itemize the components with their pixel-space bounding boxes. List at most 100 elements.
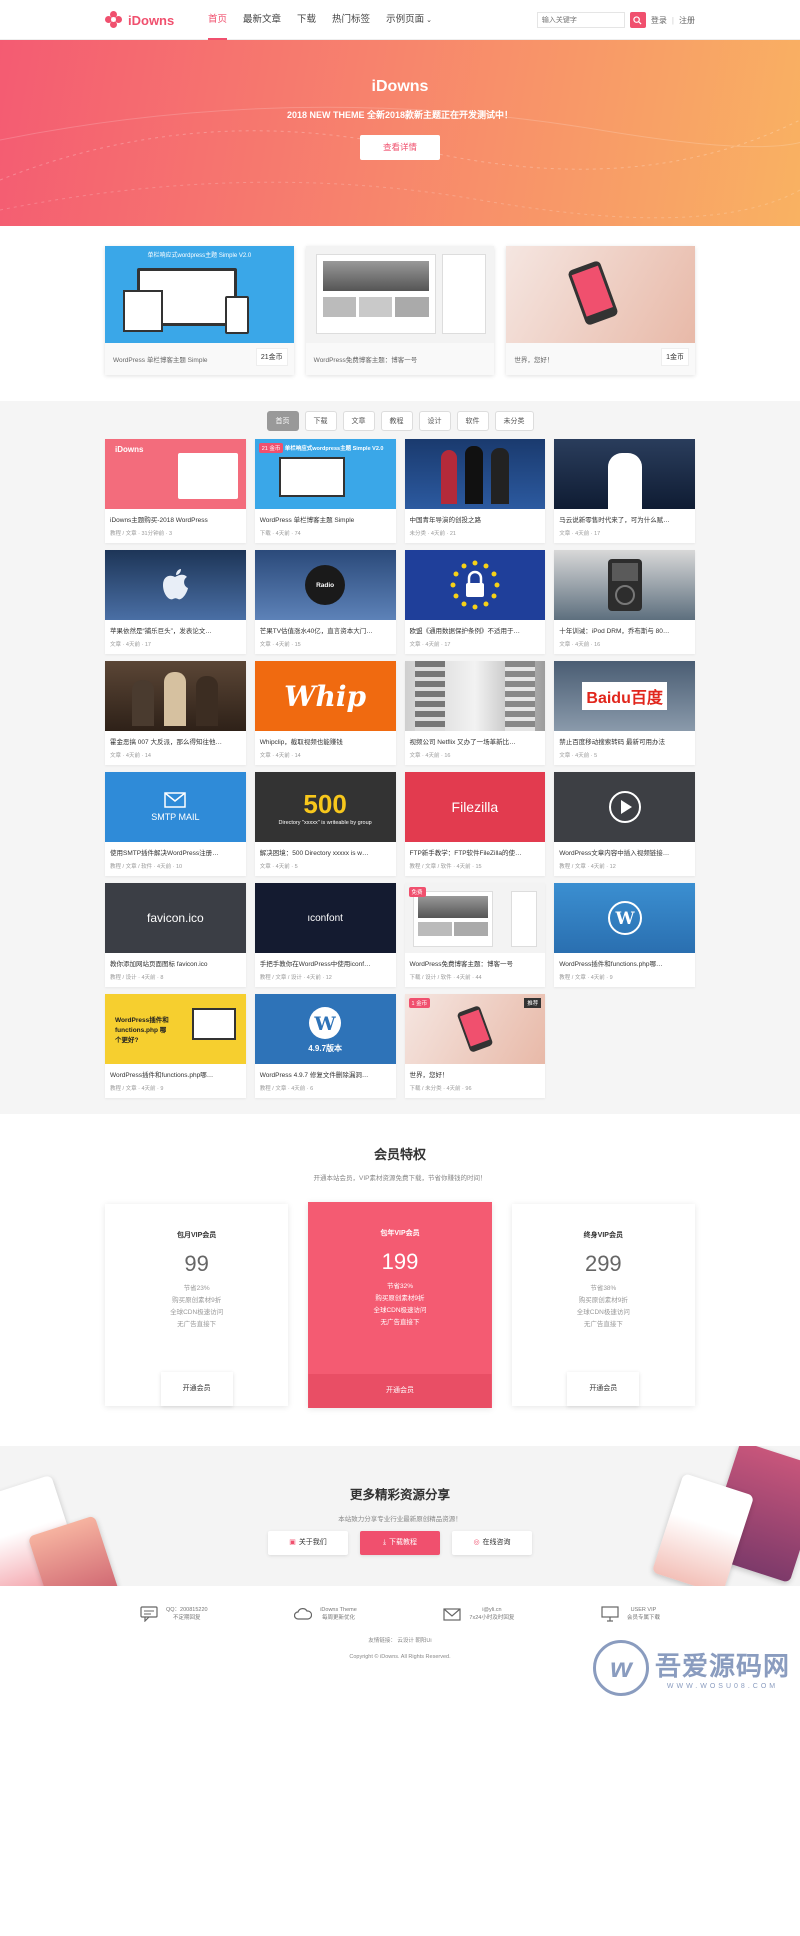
post-card[interactable]: WordPress插件和functions.php 哪个更好? WordPres…	[105, 994, 246, 1098]
post-title[interactable]: WordPress免费博客主题：博客一号	[405, 953, 546, 968]
featured-thumb	[305, 246, 495, 343]
post-title[interactable]: 手把手教你在WordPress中使用iconf…	[255, 953, 396, 968]
post-card[interactable]: 单栏响应式wordpress主题 Simple V2.0 21 金币 WordP…	[254, 439, 396, 543]
post-thumb: WordPress插件和functions.php 哪个更好?	[105, 994, 246, 1064]
chevron-down-icon: ⌄	[426, 17, 432, 24]
post-title[interactable]: 欧盟《通用数据保护条例》不适用于…	[405, 620, 546, 635]
featured-thumb-text: 单栏响应式wordpress主题 Simple V2.0	[147, 253, 252, 259]
post-title[interactable]: WordPress 单栏博客主题 Simple	[255, 509, 396, 524]
post-title[interactable]: 解决困境：500 Directory xxxxx is w…	[255, 842, 396, 857]
post-info: 教程 / 文章 · 4天前 · 9	[559, 975, 613, 981]
post-info: 文章 · 4天前 · 14	[259, 753, 301, 759]
nav-sample-pages[interactable]: 示例页面 ⌄	[378, 0, 440, 40]
featured-card[interactable]: 世界，您好！ 1金币	[506, 246, 696, 375]
featured-card[interactable]: 单栏响应式wordpress主题 Simple V2.0 WordPress 单…	[105, 246, 294, 375]
post-title[interactable]: 视频公司 Netflix 又办了一场革新比…	[405, 731, 546, 746]
logo[interactable]: iDowns	[105, 11, 200, 29]
monitor-icon	[601, 1606, 619, 1622]
post-title[interactable]: 中国青年导演的创投之路	[405, 509, 546, 524]
post-thumb	[554, 772, 695, 842]
post-card[interactable]: ıconfont 手把手教你在WordPress中使用iconf… 教程 / 文…	[254, 883, 396, 987]
post-card[interactable]: iDowns iDowns主题购买-2018 WordPress 教程 / 文章…	[105, 439, 246, 543]
post-card[interactable]: Radio 芒果TV估值涨水40亿，直言资本大门… 文章 · 4天前 · 15	[254, 550, 396, 654]
post-card[interactable]: 欧盟《通用数据保护条例》不适用于… 文章 · 4天前 · 17	[404, 550, 546, 654]
post-card[interactable]: 马云说新零售时代来了，可为什么赋… 文章 · 4天前 · 17	[554, 439, 695, 543]
open-membership-button[interactable]: 开通会员	[308, 1374, 492, 1408]
chat-icon	[140, 1606, 158, 1622]
post-card[interactable]: 中国青年导演的创投之路 未分类 · 4天前 · 21	[404, 439, 546, 543]
post-card[interactable]: SMTP MAIL 使用SMTP插件解决WordPress注册… 教程 / 文章…	[105, 772, 246, 876]
post-title[interactable]: 教你添加网站页面图标 favicon.ico	[105, 953, 246, 968]
tab-download[interactable]: 下载	[304, 411, 337, 431]
post-title[interactable]: 芒果TV估值涨水40亿，直言资本大门…	[255, 620, 396, 635]
post-title[interactable]: WordPress文章内容中插入视频链接…	[554, 842, 695, 857]
open-membership-button[interactable]: 开通会员	[567, 1372, 640, 1406]
post-title[interactable]: 苹果依然是“捕乐巨头”，发表论文…	[105, 620, 246, 635]
plan-feature: 节省38%	[590, 1285, 617, 1292]
post-title[interactable]: 霍金恶搞 007 大反派，那么得知往他…	[105, 731, 246, 746]
post-info: 教程 / 设计 · 4天前 · 8	[110, 975, 164, 981]
search-input[interactable]	[536, 12, 625, 28]
plan-feature: 全球CDN极速访问	[576, 1309, 630, 1316]
footer-line1: USER VIP	[630, 1607, 657, 1613]
post-info: 文章 · 4天前 · 17	[559, 531, 601, 537]
post-card[interactable]: 免费 WordPress免费博客主题：博客一号 下载 / 设计 / 软件 · 4…	[404, 883, 546, 987]
tab-article[interactable]: 文章	[342, 411, 375, 431]
plan-feature: 节省32%	[386, 1283, 413, 1290]
thumb-text: WordPress插件和functions.php 哪个更好?	[115, 1017, 169, 1044]
free-badge: 免费	[408, 887, 426, 897]
post-title[interactable]: iDowns主题购买-2018 WordPress	[105, 509, 246, 524]
post-thumb: ıconfont	[254, 883, 396, 953]
people-silhouettes	[440, 444, 509, 504]
open-membership-button[interactable]: 开通会员	[160, 1372, 233, 1406]
search-button[interactable]	[629, 12, 646, 28]
nav-home[interactable]: 首页	[200, 0, 235, 40]
post-title[interactable]: WordPress 4.9.7 修复文件删除漏洞…	[255, 1064, 396, 1079]
post-title[interactable]: 使用SMTP插件解决WordPress注册…	[105, 842, 246, 857]
post-card[interactable]: W 4.9.7版本 WordPress 4.9.7 修复文件删除漏洞… 教程 /…	[254, 994, 396, 1098]
nav-hot-tags[interactable]: 热门标签	[324, 0, 378, 40]
post-card[interactable]: 苹果依然是“捕乐巨头”，发表论文… 文章 · 4天前 · 17	[105, 550, 246, 654]
tab-software[interactable]: 软件	[456, 411, 489, 431]
post-title[interactable]: 十年训诫：iPod DRM，乔布斯与 80…	[554, 620, 695, 635]
post-title[interactable]: WordPress插件和functions.php哪…	[105, 1064, 246, 1079]
post-card[interactable]: 视频公司 Netflix 又办了一场革新比… 文章 · 4天前 · 16	[404, 661, 546, 765]
post-title[interactable]: Whipclip，截取视频也能赚钱	[255, 731, 396, 746]
footer-line2: 不定期回复	[173, 1615, 201, 1621]
post-title[interactable]: 世界，您好！	[405, 1064, 546, 1079]
post-card[interactable]: WordPress文章内容中插入视频链接… 教程 / 文章 · 4天前 · 12	[554, 772, 695, 876]
online-consult-button[interactable]: ◎ 在线咨询	[452, 1531, 532, 1555]
post-thumb: favicon.ico	[105, 883, 246, 953]
tab-design[interactable]: 设计	[418, 411, 451, 431]
post-title[interactable]: 马云说新零售时代来了，可为什么赋…	[554, 509, 695, 524]
post-card[interactable]: Whip Whipclip，截取视频也能赚钱 文章 · 4天前 · 14	[254, 661, 396, 765]
post-card[interactable]: favicon.ico 教你添加网站页面图标 favicon.ico 教程 / …	[105, 883, 246, 987]
about-us-button[interactable]: ▣ 关于我们	[268, 1531, 348, 1555]
featured-thumb: 单栏响应式wordpress主题 Simple V2.0	[105, 246, 294, 343]
thumb-mockup	[278, 457, 345, 497]
post-card[interactable]: Baidu百度 禁止百度移动搜索转码 最新可用办法 文章 · 4天前 · 5	[554, 661, 695, 765]
featured-card[interactable]: WordPress免费博客主题：博客一号	[305, 246, 495, 375]
nav-download[interactable]: 下载	[289, 0, 324, 40]
watermark-url: WWW.WOSU08.COM	[666, 1683, 779, 1690]
post-card[interactable]: W WordPress插件和functions.php哪… 教程 / 文章 · …	[554, 883, 695, 987]
tab-uncategorized[interactable]: 未分类	[494, 411, 534, 431]
post-card[interactable]: 500 Directory "xxxxx" is writeable by gr…	[254, 772, 396, 876]
featured-section: 单栏响应式wordpress主题 Simple V2.0 WordPress 单…	[0, 226, 800, 401]
post-card[interactable]: 霍金恶搞 007 大反派，那么得知往他… 文章 · 4天前 · 14	[105, 661, 246, 765]
hero-details-button[interactable]: 查看详情	[360, 135, 440, 160]
featured-caption: WordPress免费博客主题：博客一号	[305, 343, 495, 375]
post-title[interactable]: 禁止百度移动搜索转码 最新可用办法	[554, 731, 695, 746]
nav-latest[interactable]: 最新文章	[235, 0, 289, 40]
register-link[interactable]: 注册	[679, 15, 695, 26]
tab-tutorial[interactable]: 教程	[380, 411, 413, 431]
login-link[interactable]: 登录	[651, 15, 667, 26]
post-title[interactable]: FTP新手教学：FTP软件FileZilla的使…	[405, 842, 546, 857]
post-card[interactable]: 十年训诫：iPod DRM，乔布斯与 80… 文章 · 4天前 · 16	[554, 550, 695, 654]
tab-home[interactable]: 首页	[266, 411, 299, 431]
person-silhouette	[607, 453, 642, 509]
post-title[interactable]: WordPress插件和functions.php哪…	[554, 953, 695, 968]
download-tutorial-button[interactable]: ⤓ 下载教程	[360, 1531, 440, 1555]
post-card[interactable]: Filezilla FTP新手教学：FTP软件FileZilla的使… 教程 /…	[404, 772, 546, 876]
post-card[interactable]: 1 金币 推荐 世界，您好！ 下载 / 未分类 · 4天前 · 96	[404, 994, 546, 1098]
